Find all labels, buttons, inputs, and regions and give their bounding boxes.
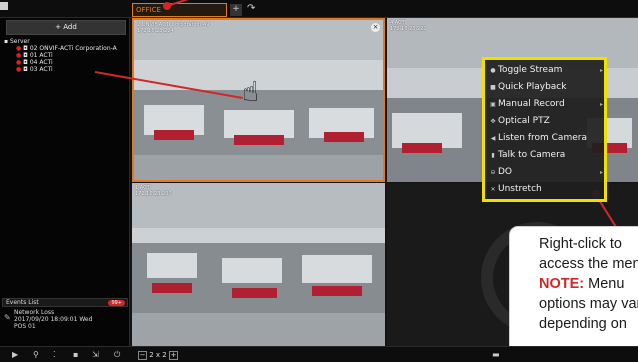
layout-increase-button[interactable]: + [168,351,178,360]
layout-decrease-button[interactable]: − [138,351,147,360]
menu-item-label: Toggle Stream [498,65,563,75]
events-panel: Events List 99+ ✎ Network Loss 2017/09/2… [2,298,128,344]
tree-item-label: 04 ACTi [29,59,53,66]
power-icon[interactable]: ⏻ [114,349,120,361]
record-indicator-icon: ● [16,66,22,73]
camera-view-3[interactable]: 1 ACTi 172.16.23.200 [132,183,385,346]
event-item[interactable]: ✎ Network Loss 2017/09/20 18:09:01 Wed P… [2,309,128,331]
menu-item-label: Unstretch [498,184,542,194]
camera-label-1: 2 ONVIF-ACTi Corporation-A9 172.16.23.22… [137,22,210,34]
callout-box: Right-click to access the menu. NOTE: Me… [509,226,638,362]
play-icon[interactable]: ▶ [12,349,18,361]
undo-icon[interactable]: ↷ [247,2,255,16]
add-device-button[interactable]: + Add [6,20,126,35]
menu-item-toggle-stream[interactable]: ● Toggle Stream ▸ [488,63,603,78]
record-icon: ▣ [490,101,496,108]
events-header[interactable]: Events List 99+ [2,298,128,307]
submenu-arrow-icon: ▸ [599,67,603,74]
camera-label-2: 4 ACTi 172.16.23.221 [390,20,427,32]
record-indicator-icon: ● [16,45,22,52]
export-icon[interactable]: ⇲ [92,349,99,361]
tab-office[interactable]: OFFICE [132,3,227,17]
ptz-icon: ✥ [490,118,496,125]
grid-icon[interactable]: ⁚ [53,349,56,361]
events-title: Events List [6,299,39,306]
submenu-arrow-icon: ▸ [599,101,603,108]
tree-item-label: 03 ACTi [29,66,53,73]
search-icon[interactable]: ⚲ [33,349,39,361]
record-indicator-icon: ● [16,52,22,59]
bottom-toolbar: ▶ ⚲ ⁚ ▪ ⇲ ⏻ − 2 x 2 + ▬ [0,346,638,362]
tree-item-label: 02 ONVIF-ACTi Corporation-A [29,45,117,52]
top-bar: OFFICE + ↷ [0,0,638,18]
eye-icon: ● [490,67,496,74]
layout-control: − 2 x 2 + [138,350,178,360]
menu-item-label: DO [498,167,513,177]
network-loss-icon: ✎ [4,313,11,322]
do-icon: ⊖ [490,169,496,176]
menu-item-label: Manual Record [498,99,565,109]
callout-text: Right-click to access the menu. NOTE: Me… [539,234,638,334]
submenu-arrow-icon: ▸ [599,169,603,176]
event-time: 2017/09/20 18:09:01 Wed [14,316,93,323]
tree-item[interactable]: ● ◘ 03 ACTi [2,66,129,73]
folder-icon: ▪ [4,38,9,45]
menu-item-talk-to-camera[interactable]: ▮ Talk to Camera [488,148,603,163]
tree-item-label: 01 ACTi [29,52,53,59]
menu-item-unstretch[interactable]: ✕ Unstretch [488,182,603,197]
menu-item-label: Listen from Camera [498,133,587,143]
events-count-badge: 99+ [108,300,125,306]
speaker-icon: ◀ [490,135,496,142]
menu-item-label: Quick Playback [498,82,567,92]
event-source: POS 01 [14,323,36,330]
tree-root[interactable]: ▪ Server [2,38,129,45]
callout-main-text: Right-click to access the menu. [539,236,638,272]
layout-label: 2 x 2 [149,351,167,359]
menu-item-manual-record[interactable]: ▣ Manual Record ▸ [488,97,603,112]
menu-item-label: Talk to Camera [498,150,566,160]
close-icon[interactable]: × [371,23,380,32]
microphone-icon: ▮ [491,152,495,159]
tree-item[interactable]: ● ◘ 04 ACTi [2,59,129,66]
camera-feed-3 [132,183,385,346]
monitor-icon[interactable]: ▬ [492,349,500,361]
menu-item-optical-ptz[interactable]: ✥ Optical PTZ [488,114,603,129]
menu-item-quick-playback[interactable]: ■ Quick Playback [488,80,603,95]
menu-item-listen-from-camera[interactable]: ◀ Listen from Camera [488,131,603,146]
camera-settings-icon[interactable]: ▪ [73,349,78,361]
sidebar: + Add ▪ Server ● ◘ 02 ONVIF-ACTi Corpora… [0,18,130,346]
context-menu: ● Toggle Stream ▸ ■ Quick Playback ▣ Manual… [482,57,607,202]
tab-office-label: OFFICE [136,6,161,14]
camera-icon: ◘ [23,59,28,66]
playback-icon: ■ [490,84,496,91]
camera-icon: ◘ [23,66,28,73]
tree-item[interactable]: ● ◘ 02 ONVIF-ACTi Corporation-A [2,45,129,52]
record-indicator-icon: ● [16,59,22,66]
add-tab-button[interactable]: + [230,4,242,16]
app-icon [0,2,8,10]
hand-cursor-icon: ☝ [242,75,260,108]
camera-icon: ◘ [23,45,28,52]
menu-item-do[interactable]: ⊖ DO ▸ [488,165,603,180]
menu-item-label: Optical PTZ [498,116,550,126]
tree-root-label: Server [10,38,30,45]
callout-note-label: NOTE: [539,276,585,292]
event-type: Network Loss [14,309,55,316]
camera-icon: ◘ [23,52,28,59]
camera-label-3: 1 ACTi 172.16.23.200 [135,185,172,197]
unstretch-icon: ✕ [490,186,496,193]
tree-item[interactable]: ● ◘ 01 ACTi [2,52,129,59]
device-tree: ▪ Server ● ◘ 02 ONVIF-ACTi Corporation-A… [2,38,129,73]
